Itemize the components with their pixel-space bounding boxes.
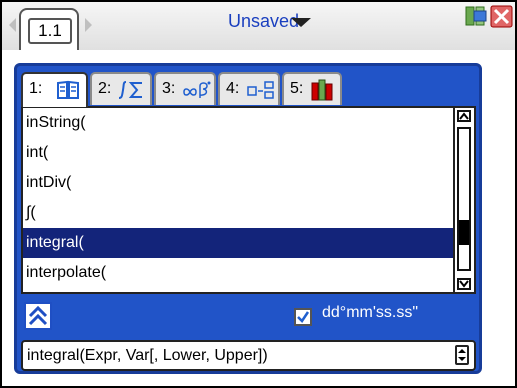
tab-1-alphabetical[interactable]: 1: <box>21 72 88 107</box>
calculator-window: 1.1 Unsaved 1: 2: 3: 4: 5: inString(int… <box>0 0 517 388</box>
list-item[interactable]: intDiv( <box>23 168 453 198</box>
tab-number: 1: <box>29 80 43 97</box>
tab-number: 2: <box>98 80 112 97</box>
previous-page-arrow-icon[interactable] <box>9 18 16 32</box>
library-icon <box>311 79 333 101</box>
syntax-help-text: integral(Expr, Var[, Lower, Upper]) <box>27 347 268 364</box>
book-icon <box>57 80 79 99</box>
battery-close-icon[interactable] <box>461 5 513 29</box>
checkbox-label: dd°mm'ss.ss" <box>322 304 419 321</box>
list-item-selected[interactable]: integral( <box>23 228 453 258</box>
scroll-thumb[interactable] <box>459 220 469 245</box>
integral-sum-icon <box>118 81 142 99</box>
catalog-list: inString( int( intDiv( ∫( integral( inte… <box>21 106 476 294</box>
scroll-up-icon[interactable] <box>457 110 471 122</box>
chevron-down-icon[interactable] <box>291 18 311 27</box>
degree-format-checkbox[interactable] <box>294 308 312 326</box>
syntax-help-field[interactable]: integral(Expr, Var[, Lower, Upper]) <box>21 340 476 371</box>
infinity-beta-icon <box>183 81 211 98</box>
tab-number: 4: <box>226 80 240 97</box>
catalog-panel: 1: 2: 3: 4: 5: inString(int(intDiv(∫(… <box>14 63 482 374</box>
top-bar: 1.1 Unsaved <box>2 2 515 50</box>
tab-number: 5: <box>290 80 304 97</box>
up-down-spinner-icon[interactable] <box>455 345 469 365</box>
list-item[interactable]: inString( <box>23 108 453 138</box>
tab-4-units[interactable]: 4: <box>218 72 280 105</box>
scrollbar[interactable] <box>453 108 474 292</box>
options-row: dd°mm'ss.ss" <box>21 302 476 332</box>
document-title[interactable]: Unsaved <box>228 11 299 32</box>
tab-number: 3: <box>162 80 176 97</box>
collapse-chevron-up-icon[interactable] <box>24 302 52 330</box>
units-icon <box>247 81 274 99</box>
list-item[interactable]: ∫( <box>23 198 453 228</box>
scroll-track[interactable] <box>457 127 471 271</box>
page-tab[interactable]: 1.1 <box>19 8 79 50</box>
page-tab-label: 1.1 <box>28 18 72 44</box>
tab-3-symbols[interactable]: 3: <box>154 72 216 105</box>
tab-2-math-templates[interactable]: 2: <box>90 72 152 105</box>
tab-5-libraries[interactable]: 5: <box>282 72 342 105</box>
list-item[interactable]: int( <box>23 138 453 168</box>
list-item[interactable]: interpolate( <box>23 258 453 288</box>
scroll-down-icon[interactable] <box>457 278 471 290</box>
next-page-arrow-icon[interactable] <box>85 18 92 32</box>
